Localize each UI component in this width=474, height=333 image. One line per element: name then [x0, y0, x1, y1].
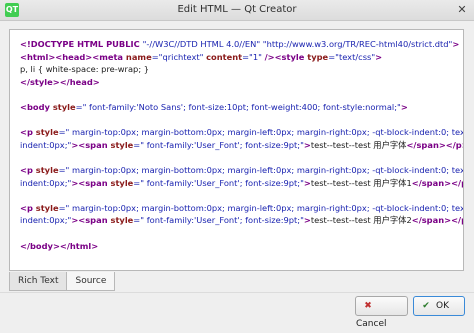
code-token: <html><head><meta [20, 51, 126, 62]
code-token: </style></head> [20, 76, 100, 87]
code-token: style [52, 101, 76, 112]
html-source-editor[interactable]: <!DOCTYPE HTML PUBLIC "-//W3C//DTD HTML … [9, 29, 464, 271]
code-token: <p [20, 202, 36, 213]
code-line: <html><head><meta name="qrichtext" conte… [20, 51, 456, 64]
code-token: > [400, 101, 408, 112]
code-token: ><span [71, 215, 111, 226]
code-token: =" font-family:'Noto Sans'; font-size:10… [75, 101, 401, 112]
code-token: indent:0px;" [20, 177, 72, 188]
ok-label: OK [436, 301, 449, 311]
code-line: <body style=" font-family:'Noto Sans'; f… [20, 101, 456, 114]
code-token: ><span [71, 139, 111, 150]
code-token: </span></p> [411, 177, 463, 188]
code-line: <!DOCTYPE HTML PUBLIC "-//W3C//DTD HTML … [20, 38, 460, 51]
code-token: > [452, 39, 460, 49]
close-icon[interactable]: ✕ [456, 4, 468, 16]
code-token: name [125, 51, 152, 62]
code-line: p, li { white-space: pre-wrap; } [20, 63, 456, 76]
code-token: test--test--test 用户字体2 [310, 215, 412, 226]
code-token: "-//W3C//DTD HTML 4.0//EN" "http://www.w… [142, 39, 453, 49]
code-token: > [303, 177, 311, 188]
code-line: indent:0px;"><span style=" font-family:'… [20, 214, 463, 227]
code-token: style [110, 177, 134, 188]
checkmark-icon: ✔ [422, 301, 430, 311]
code-token: p, li { white-space: pre-wrap; } [20, 64, 150, 75]
code-token: <!DOCTYPE HTML PUBLIC [20, 39, 143, 49]
cancel-label: Cancel [356, 319, 387, 329]
code-line: </body></html> [20, 240, 456, 253]
code-token: test--test--test 用户字体 [310, 139, 407, 150]
code-token: ><span [71, 177, 111, 188]
code-token: > [303, 215, 311, 226]
code-token: </body></html> [20, 240, 99, 251]
tab-rich-text[interactable]: Rich Text [9, 272, 68, 291]
code-token: style [110, 215, 134, 226]
code-token: style [35, 127, 59, 138]
editor-tab-bar: Rich Text Source [9, 272, 116, 291]
code-token: =" margin-top:0px; margin-bottom:0px; ma… [58, 164, 464, 175]
code-token: <p [20, 164, 36, 175]
code-token: indent:0px;" [20, 215, 72, 226]
tab-source[interactable]: Source [67, 272, 116, 291]
code-token: =" font-family:'User_Font'; font-size:9p… [133, 177, 304, 188]
ok-button[interactable]: ✔ OK [413, 296, 465, 316]
title-bar: QT Edit HTML — Qt Creator ✕ [0, 0, 474, 21]
code-token: =" margin-top:0px; margin-bottom:0px; ma… [58, 202, 464, 213]
code-line: indent:0px;"><span style=" font-family:'… [20, 139, 463, 152]
code-token: > [303, 139, 311, 150]
window-title: Edit HTML — Qt Creator [177, 4, 297, 15]
code-line: <p style=" margin-top:0px; margin-bottom… [20, 202, 463, 215]
code-token: indent:0px;" [20, 139, 72, 150]
cancel-button[interactable]: ✖ Cancel [355, 296, 408, 329]
code-token: </span></p> [411, 215, 463, 226]
code-token: test--test--test 用户字体1 [310, 177, 412, 188]
code-token: =" font-family:'User_Font'; font-size:9p… [133, 139, 304, 150]
code-token: ="qrichtext" [151, 51, 207, 62]
code-token: <p [20, 127, 36, 138]
code-token: type [307, 51, 329, 62]
code-text: <!DOCTYPE HTML PUBLIC "-//W3C//DTD HTML … [20, 38, 463, 253]
code-token: content [206, 51, 243, 62]
code-line: <p style=" margin-top:0px; margin-bottom… [20, 126, 463, 139]
code-token: <body [20, 101, 53, 112]
code-line: indent:0px;"><span style=" font-family:'… [20, 177, 463, 190]
code-token: style [35, 164, 59, 175]
code-token: =" margin-top:0px; margin-bottom:0px; ma… [58, 127, 464, 138]
code-token: ="text/css" [328, 51, 376, 62]
code-token: > [375, 51, 383, 62]
divider [0, 292, 474, 293]
code-token: </span></p> [406, 139, 464, 150]
code-line: </style></head> [20, 76, 456, 89]
code-token: style [35, 202, 59, 213]
code-token: =" font-family:'User_Font'; font-size:9p… [133, 215, 304, 226]
code-token: ="1" [242, 51, 265, 62]
code-token: /><style [264, 51, 308, 62]
cancel-icon: ✖ [364, 301, 372, 311]
code-line: <p style=" margin-top:0px; margin-bottom… [20, 164, 463, 177]
code-token: style [110, 139, 134, 150]
